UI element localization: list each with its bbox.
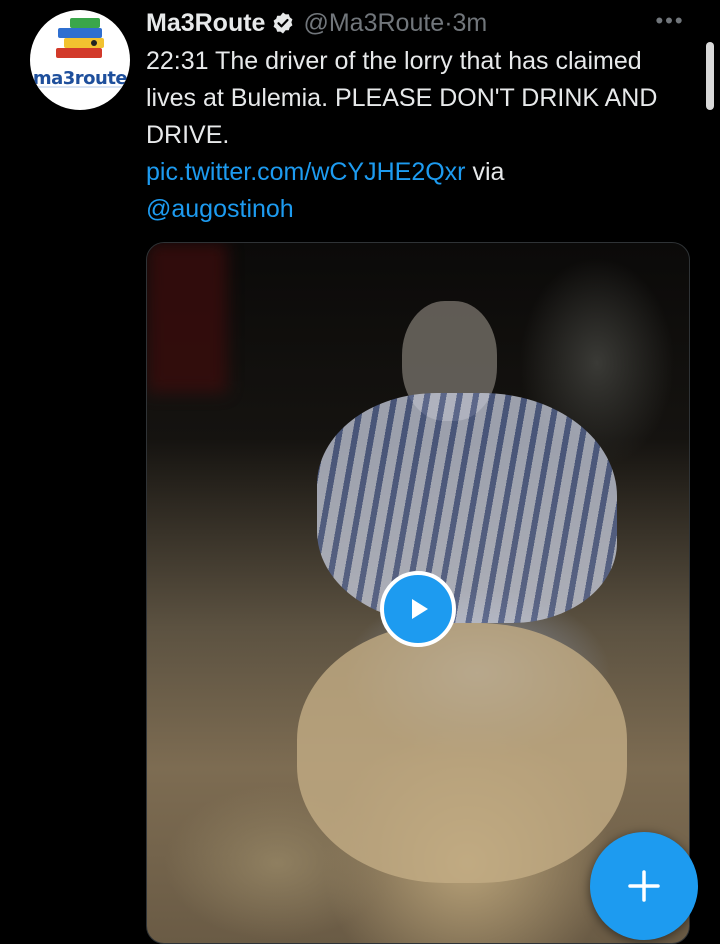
via-text: via xyxy=(465,158,505,186)
verified-badge-icon xyxy=(271,11,295,35)
person-legs xyxy=(297,623,627,883)
play-button[interactable] xyxy=(380,571,456,647)
timestamp[interactable]: 3m xyxy=(453,9,488,38)
media-link[interactable]: pic.twitter.com/wCYJHE2Qxr xyxy=(146,158,466,186)
tweet[interactable]: ma3route Ma3Route @Ma3Route · 3m ••• 22:… xyxy=(0,0,720,944)
background-figure xyxy=(147,243,227,393)
scrollbar[interactable] xyxy=(706,42,714,110)
separator: · xyxy=(444,8,453,37)
tweet-text: 22:31 The driver of the lorry that has c… xyxy=(146,43,686,228)
handle[interactable]: @Ma3Route xyxy=(303,9,444,38)
more-options-icon[interactable]: ••• xyxy=(648,6,692,36)
avatar[interactable]: ma3route xyxy=(30,10,130,110)
play-icon xyxy=(412,599,428,619)
tweet-body: 22:31 The driver of the lorry that has c… xyxy=(146,47,658,149)
plus-icon xyxy=(628,870,660,902)
tweet-header: Ma3Route @Ma3Route · 3m xyxy=(146,5,487,41)
books-logo-icon xyxy=(56,18,104,58)
mention-link[interactable]: @augostinoh xyxy=(146,195,294,223)
person-shirt xyxy=(317,393,617,623)
avatar-logo-shadow xyxy=(38,86,122,98)
display-name[interactable]: Ma3Route xyxy=(146,9,265,38)
compose-tweet-button[interactable] xyxy=(590,832,698,940)
